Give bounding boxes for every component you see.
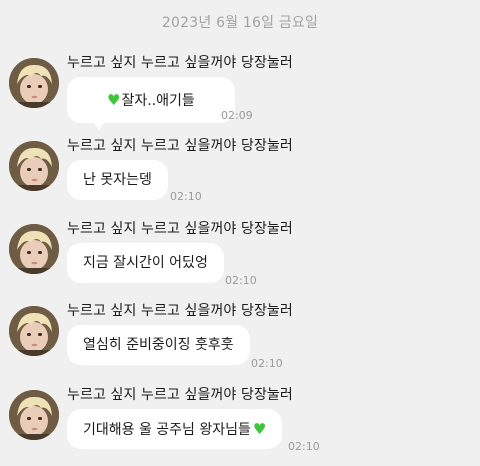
message-time: 02:10 (225, 274, 257, 287)
avatar[interactable] (9, 390, 59, 440)
avatar-photo (9, 58, 59, 108)
green-heart-icon: ♥ (107, 91, 121, 109)
message-time: 02:10 (251, 357, 283, 370)
message-bubble[interactable]: 난 못자는뎅 (67, 160, 168, 200)
message-item: 누르고 싶지 누르고 싶을꺼야 당장눌러 지금 잘시간이 어딨엉 02:10 (0, 218, 480, 298)
message-text: 난 못자는뎅 (83, 172, 152, 188)
bubble-tail-icon (93, 121, 105, 130)
message-item: 누르고 싶지 누르고 싶을꺼야 당장눌러 난 못자는뎅 02:10 (0, 135, 480, 215)
avatar-photo (9, 224, 59, 274)
message-item: 누르고 싶지 누르고 싶을꺼야 당장눌러 열심히 준비중이징 훗후훗 02:10 (0, 300, 480, 380)
message-item: 누르고 싶지 누르고 싶을꺼야 당장눌러 기대해용 울 공주님 왕자님들 ♥ 02… (0, 384, 480, 464)
message-bubble[interactable]: 열심히 준비중이징 훗후훗 (67, 325, 250, 365)
sender-name: 누르고 싶지 누르고 싶을꺼야 당장눌러 (67, 221, 293, 237)
message-text: 기대해용 울 공주님 왕자님들 (83, 422, 251, 438)
message-bubble[interactable]: 기대해용 울 공주님 왕자님들 ♥ (67, 409, 283, 449)
avatar-photo (9, 306, 59, 356)
message-item: 누르고 싶지 누르고 싶을꺼야 당장눌러 ♥잘자..애기들 02:09 (0, 52, 480, 132)
avatar[interactable] (9, 224, 59, 274)
avatar[interactable] (9, 306, 59, 356)
avatar-photo (9, 390, 59, 440)
sender-name: 누르고 싶지 누르고 싶을꺼야 당장눌러 (67, 138, 293, 154)
avatar[interactable] (9, 58, 59, 108)
message-time: 02:09 (221, 109, 253, 122)
avatar[interactable] (9, 141, 59, 191)
message-bubble[interactable]: ♥잘자..애기들 (67, 77, 235, 123)
message-text: 지금 잘시간이 어딨엉 (83, 255, 208, 271)
message-time: 02:10 (170, 190, 202, 203)
message-time: 02:10 (288, 440, 320, 453)
message-text: 잘자..애기들 (121, 93, 195, 109)
avatar-photo (9, 141, 59, 191)
message-bubble[interactable]: 지금 잘시간이 어딨엉 (67, 243, 224, 283)
message-text: 열심히 준비중이징 훗후훗 (83, 337, 234, 353)
green-heart-icon: ♥ (252, 420, 267, 438)
sender-name: 누르고 싶지 누르고 싶을꺼야 당장눌러 (67, 303, 293, 319)
sender-name: 누르고 싶지 누르고 싶을꺼야 당장눌러 (67, 55, 293, 71)
date-divider: 2023년 6월 16일 금요일 (161, 15, 319, 31)
sender-name: 누르고 싶지 누르고 싶을꺼야 당장눌러 (67, 387, 293, 403)
